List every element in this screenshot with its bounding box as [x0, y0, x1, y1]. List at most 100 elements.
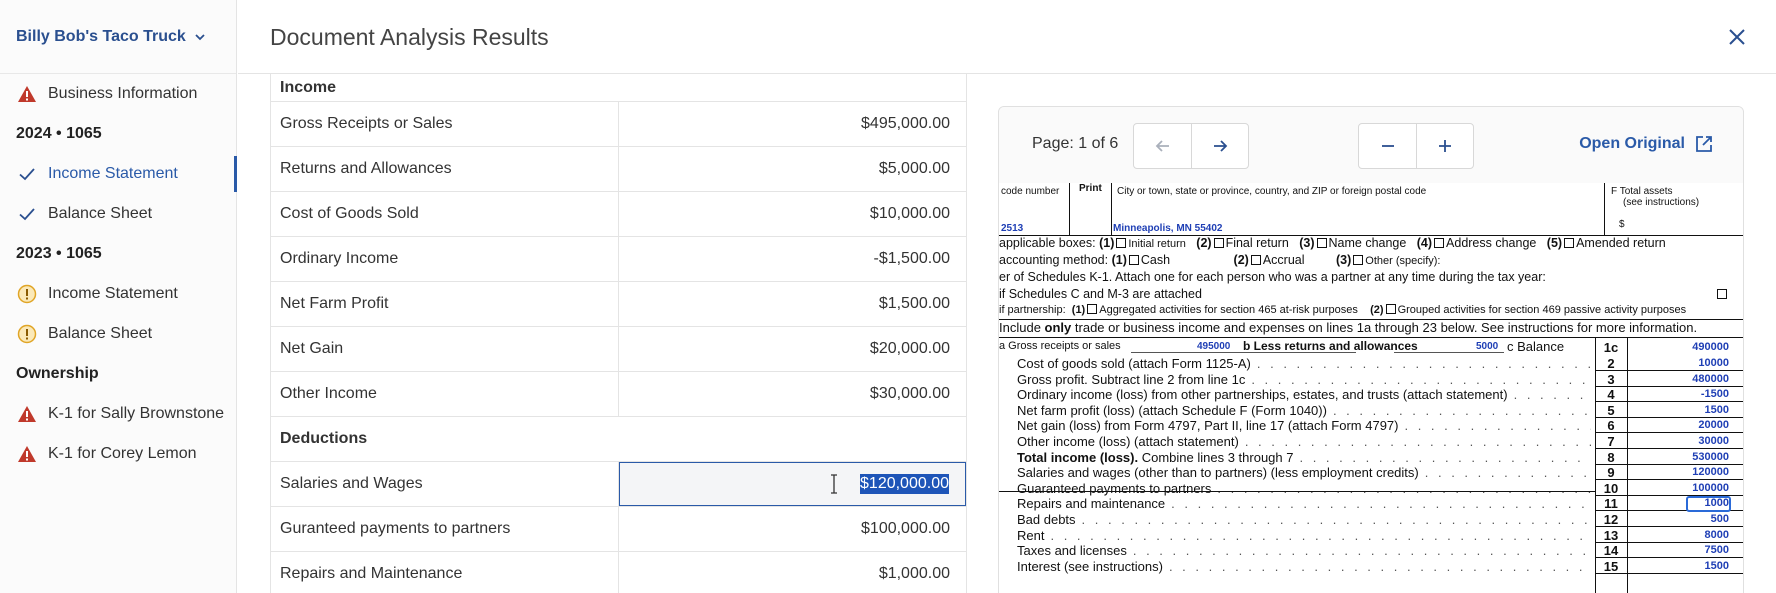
sidebar-item[interactable]: K-1 for Sally Brownstone [0, 394, 236, 434]
table-row: Net Farm Profit $1,500.00 [271, 282, 966, 327]
form-line-1b-value: 5000 [1476, 341, 1499, 352]
form-assets-header: F Total assets [1611, 186, 1673, 197]
next-page-button[interactable] [1191, 124, 1248, 168]
form-line-h: accounting method: (1) Cash (2) Accrual (3… [999, 253, 1441, 267]
sidebar-section-heading: Ownership [16, 365, 99, 382]
row-label: Net Gain [271, 327, 619, 371]
sidebar-item-label: Income Statement [48, 165, 178, 182]
table-row: Cost of Goods Sold $10,000.00 [271, 192, 966, 237]
sidebar-item-label: K-1 for Sally Brownstone [48, 405, 225, 422]
alert-circle-icon [16, 283, 38, 305]
row-label: Salaries and Wages [271, 462, 619, 506]
row-label: Guranteed payments to partners [271, 507, 619, 551]
form-line-1a: a Gross receipts or sales [999, 340, 1121, 352]
warning-icon [16, 83, 38, 105]
sidebar-item-label: K-1 for Corey Lemon [48, 445, 197, 462]
sidebar-item[interactable]: Business Information [0, 74, 236, 114]
row-value-input[interactable]: $495,000.00 [619, 102, 966, 146]
table-row: Net Gain $20,000.00 [271, 327, 966, 372]
table-row: Guranteed payments to partners $100,000.0… [271, 507, 966, 552]
sidebar-item-label: Balance Sheet [48, 325, 153, 342]
plus-icon [1439, 140, 1451, 152]
table-row: Gross Receipts or Sales $495,000.00 [271, 102, 966, 147]
row-value-text: $20,000.00 [869, 340, 950, 357]
form-line-k: if partnership: (1) Aggregated activities… [999, 304, 1687, 316]
check-icon [16, 203, 38, 225]
row-value-text: $1,500.00 [878, 295, 950, 312]
zoom-group [1358, 123, 1474, 169]
row-label: Returns and Allowances [271, 147, 619, 191]
form-city-value: Minneapolis, MN 55402 [1113, 223, 1223, 234]
document-viewer: Page: 1 of 6 Open Original code number P… [998, 106, 1744, 593]
row-label: Ordinary Income [271, 237, 619, 281]
row-value-input[interactable]: $1,500.00 [619, 282, 966, 326]
zoom-in-button[interactable] [1416, 124, 1473, 168]
sidebar-section-heading: 2023 • 1065 [16, 245, 102, 262]
sidebar-item[interactable]: Balance Sheet [0, 314, 236, 354]
row-value-input[interactable]: $30,000.00 [619, 372, 966, 416]
row-value-input[interactable]: -$1,500.00 [619, 237, 966, 281]
form-print-label: Print [1079, 183, 1102, 194]
row-value-input[interactable]: $120,000.00 [619, 462, 966, 506]
warning-icon [16, 403, 38, 425]
row-value-input[interactable]: $1,000.00 [619, 552, 966, 593]
warning-icon [16, 443, 38, 465]
section-heading-deductions: Deductions [271, 417, 966, 462]
open-original-link[interactable]: Open Original [1579, 135, 1713, 153]
text-cursor-icon [831, 474, 837, 494]
sidebar-item[interactable]: Balance Sheet [0, 194, 236, 234]
company-selector[interactable]: Billy Bob's Taco Truck [0, 0, 236, 74]
row-value-input[interactable]: $5,000.00 [619, 147, 966, 191]
form-line-1b: b Less returns and allowances [1243, 339, 1418, 353]
sidebar-item[interactable]: Income Statement [0, 274, 236, 314]
table-row: Ordinary Income -$1,500.00 [271, 237, 966, 282]
sidebar-item[interactable]: K-1 for Corey Lemon [0, 434, 236, 474]
form-line-g: applicable boxes: (1) Initial return (2) F… [999, 236, 1666, 250]
chevron-down-icon [195, 33, 205, 40]
sidebar-item[interactable]: Income Statement [0, 154, 237, 194]
open-original-label: Open Original [1579, 135, 1685, 152]
row-label: Repairs and Maintenance [271, 552, 619, 593]
page-indicator: Page: 1 of 6 [1032, 135, 1119, 152]
sidebar-nav: Business Information 2024 • 1065 Income St… [0, 74, 237, 474]
row-value-input[interactable]: $20,000.00 [619, 327, 966, 371]
table-row: Repairs and Maintenance $1,000.00 [271, 552, 966, 593]
sidebar-item-label: Business Information [48, 85, 198, 102]
table-row: Returns and Allowances $5,000.00 [271, 147, 966, 192]
alert-circle-icon [16, 323, 38, 345]
zoom-out-button[interactable] [1359, 124, 1416, 168]
form-line-1c: c Balance [1507, 339, 1565, 354]
arrow-right-icon [1214, 140, 1228, 152]
arrow-left-icon [1155, 140, 1169, 152]
row-label: Other Income [271, 372, 619, 416]
page-nav-group [1133, 123, 1249, 169]
form-dollar-sign: $ [1619, 219, 1625, 230]
header: Document Analysis Results [238, 0, 1776, 74]
form-code-value: 2513 [1001, 223, 1024, 234]
row-value-text: $1,000.00 [878, 565, 950, 582]
check-icon [16, 163, 38, 185]
form-line-1c-amount: 490000 [1692, 341, 1729, 353]
prev-page-button[interactable] [1134, 124, 1191, 168]
results-table: Income Gross Receipts or Sales $495,000.0… [270, 74, 967, 593]
sidebar: Billy Bob's Taco Truck Business Informat… [0, 0, 237, 593]
row-value-input[interactable]: $100,000.00 [619, 507, 966, 551]
external-link-icon [1696, 136, 1712, 152]
page-title: Document Analysis Results [270, 24, 549, 50]
form-city-header: City or town, state or province, country… [1117, 186, 1427, 197]
form-assets-sub: (see instructions) [1623, 197, 1700, 208]
row-label: Gross Receipts or Sales [271, 102, 619, 146]
close-icon[interactable] [1726, 26, 1748, 48]
row-label: Net Farm Profit [271, 282, 619, 326]
row-value-text: $30,000.00 [869, 385, 950, 402]
row-value-input[interactable]: $10,000.00 [619, 192, 966, 236]
row-value-text: $100,000.00 [861, 520, 950, 537]
form-caution: Include only trade or business income an… [999, 320, 1698, 335]
row-value-text: $10,000.00 [869, 205, 950, 222]
form-line-1a-value: 495000 [1197, 341, 1231, 352]
form-line-i: er of Schedules K-1. Attach one for each… [999, 270, 1546, 284]
row-value-text: $120,000.00 [860, 474, 949, 494]
sidebar-section-heading: 2024 • 1065 [16, 125, 102, 142]
section-heading-income: Income [271, 74, 966, 102]
minus-icon [1381, 145, 1394, 147]
